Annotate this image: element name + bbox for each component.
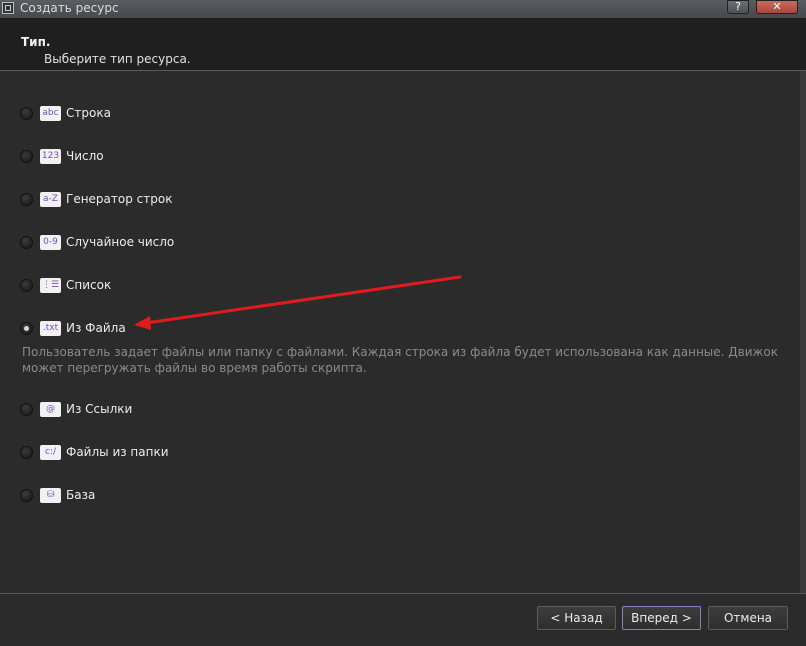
option-label: Из Файла: [66, 321, 126, 335]
option-label: Строка: [66, 106, 111, 120]
abc-icon: abc: [40, 105, 61, 121]
help-button[interactable]: ?: [727, 0, 749, 14]
window-edge: [800, 71, 806, 593]
option-label: Случайное число: [66, 235, 175, 249]
option-database[interactable]: ⛁ База: [20, 486, 95, 504]
radio-from-link[interactable]: [20, 402, 33, 416]
title-bar: Создать ресурс ? ✕: [0, 0, 806, 19]
radio-folder-files[interactable]: [20, 445, 33, 459]
wizard-header: Тип. Выберите тип ресурса.: [0, 18, 806, 71]
number-icon: 123: [40, 148, 61, 164]
radio-database[interactable]: [20, 488, 33, 502]
file-icon: .txt: [40, 320, 61, 336]
radio-string[interactable]: [20, 106, 33, 120]
app-icon: [2, 2, 14, 14]
wizard-footer: < Назад Вперед > Отмена: [0, 593, 806, 646]
option-label: Генератор строк: [66, 192, 173, 206]
window-title: Создать ресурс: [20, 1, 119, 15]
string-generator-icon: a-Z: [40, 191, 61, 207]
list-icon: ⋮☰: [40, 277, 61, 293]
page-subtitle: Выберите тип ресурса.: [44, 52, 191, 66]
radio-number[interactable]: [20, 149, 33, 163]
link-icon: @: [40, 401, 61, 417]
option-string[interactable]: abc Строка: [20, 104, 111, 122]
page-title: Тип.: [21, 35, 51, 49]
option-label: Файлы из папки: [66, 445, 169, 459]
option-list[interactable]: ⋮☰ Список: [20, 276, 111, 294]
back-button[interactable]: < Назад: [537, 606, 616, 630]
option-string-generator[interactable]: a-Z Генератор строк: [20, 190, 172, 208]
folder-icon: c:/: [40, 444, 61, 460]
database-icon: ⛁: [40, 487, 61, 503]
next-button[interactable]: Вперед >: [622, 606, 701, 630]
option-number[interactable]: 123 Число: [20, 147, 104, 165]
close-button[interactable]: ✕: [756, 0, 798, 14]
radio-list[interactable]: [20, 278, 33, 292]
option-label: Число: [66, 149, 104, 163]
random-number-icon: 0-9: [40, 234, 61, 250]
option-label: База: [66, 488, 96, 502]
radio-random-number[interactable]: [20, 235, 33, 249]
radio-string-generator[interactable]: [20, 192, 33, 206]
option-label: Список: [66, 278, 112, 292]
option-description: Пользователь задает файлы или папку с фа…: [22, 345, 778, 375]
option-label: Из Ссылки: [66, 402, 133, 416]
cancel-button[interactable]: Отмена: [708, 606, 788, 630]
option-folder-files[interactable]: c:/ Файлы из папки: [20, 443, 169, 461]
option-random-number[interactable]: 0-9 Случайное число: [20, 233, 174, 251]
option-from-file[interactable]: .txt Из Файла: [20, 319, 126, 337]
radio-from-file[interactable]: [20, 321, 33, 335]
option-from-link[interactable]: @ Из Ссылки: [20, 400, 132, 418]
